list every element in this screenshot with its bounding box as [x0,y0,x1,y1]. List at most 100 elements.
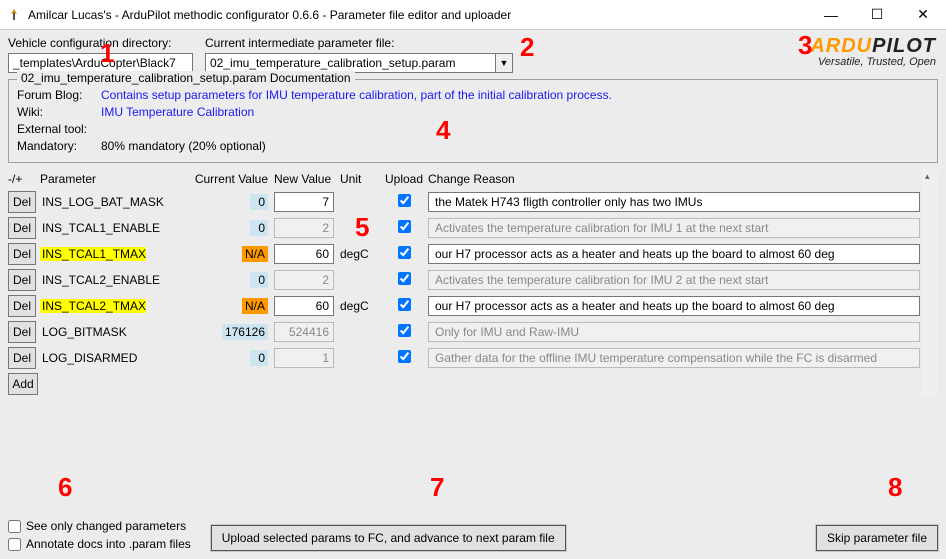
doc-label: Forum Blog: [17,88,95,102]
param-name: INS_LOG_BAT_MASK [40,195,164,209]
del-button[interactable]: Del [8,321,36,343]
current-value: N/A [242,246,268,262]
dropdown-arrow-icon[interactable]: ▼ [495,53,513,73]
scrollbar[interactable] [922,169,938,397]
skip-button[interactable]: Skip parameter file [816,525,938,551]
bottom-checks: See only changed parameters Annotate doc… [8,519,191,551]
hdr-del: -/+ [8,172,36,186]
hdr-cur: Current Value [192,172,270,186]
logo-part-a: ARDU [810,35,872,57]
table-row: Del INS_TCAL2_ENABLE 0 [8,267,938,293]
upload-checkbox[interactable] [398,324,411,337]
table-row: Del LOG_DISARMED 0 [8,345,938,371]
upload-checkbox[interactable] [398,194,411,207]
reason-input[interactable] [428,244,920,264]
hdr-reason: Change Reason [428,172,938,186]
table-row: DelLOG_BITMASK176126 [8,319,938,345]
param-name: LOG_BITMASK [40,325,127,339]
current-value: 0 [250,220,268,236]
dir-col: Vehicle configuration directory: [8,36,193,73]
upload-checkbox[interactable] [398,350,411,363]
dir-input[interactable] [8,53,193,73]
see-changed-label: See only changed parameters [26,519,186,533]
see-changed-checkbox[interactable] [8,520,21,533]
app-icon [6,7,22,23]
doc-group-title: 02_imu_temperature_calibration_setup.par… [17,71,355,85]
logo-text: ARDUPILOT [810,36,936,56]
new-value-input [274,270,334,290]
doc-label: Wiki: [17,105,95,119]
annotation-8: 8 [888,472,902,503]
new-value-input[interactable] [274,244,334,264]
upload-button[interactable]: Upload selected params to FC, and advanc… [211,525,566,551]
reason-input[interactable] [428,296,920,316]
new-value-input[interactable] [274,192,334,212]
doc-link[interactable]: IMU Temperature Calibration [101,105,254,119]
current-value: 0 [250,194,268,210]
upload-checkbox[interactable] [398,298,411,311]
doc-label: Mandatory: [17,139,95,153]
new-value-input [274,218,334,238]
dir-label: Vehicle configuration directory: [8,36,193,50]
top-config-row: Vehicle configuration directory: Current… [0,30,946,73]
minimize-button[interactable]: — [808,0,854,29]
reason-input [428,270,920,290]
reason-input [428,322,920,342]
unit-label: degC [340,299,380,313]
annotation-7: 7 [430,472,444,503]
hdr-unit: Unit [340,172,380,186]
upload-checkbox[interactable] [398,246,411,259]
unit-label: degC [340,247,380,261]
del-button[interactable]: Del [8,191,36,213]
del-button[interactable]: Del [8,347,36,369]
window-buttons: — ☐ ✕ [808,0,946,29]
param-name: LOG_DISARMED [40,351,137,365]
logo-sub: Versatile, Trusted, Open [810,56,936,68]
logo: ARDUPILOT Versatile, Trusted, Open [810,36,938,68]
add-button[interactable]: Add [8,373,38,395]
current-value: 0 [250,350,268,366]
table-row: Del INS_LOG_BAT_MASK 0 [8,189,938,215]
bottom-bar: See only changed parameters Annotate doc… [8,519,938,551]
hdr-param: Parameter [40,172,188,186]
current-value: 0 [250,272,268,288]
file-input[interactable] [205,53,495,73]
doc-text: 80% mandatory (20% optional) [101,139,266,153]
param-name: INS_TCAL1_TMAX [40,247,146,261]
upload-checkbox[interactable] [398,272,411,285]
see-changed-row[interactable]: See only changed parameters [8,519,191,533]
new-value-input [274,348,334,368]
annotate-label: Annotate docs into .param files [26,537,191,551]
del-button[interactable]: Del [8,217,36,239]
reason-input[interactable] [428,192,920,212]
doc-row: Wiki: IMU Temperature Calibration [17,105,929,119]
table-row: Del INS_TCAL1_ENABLE 0 [8,215,938,241]
reason-input [428,348,920,368]
table-header: -/+ Parameter Current Value New Value Un… [8,169,938,189]
close-button[interactable]: ✕ [900,0,946,29]
titlebar: Amilcar Lucas's - ArduPilot methodic con… [0,0,946,30]
annotate-row[interactable]: Annotate docs into .param files [8,537,191,551]
doc-row: External tool: [17,122,929,136]
file-dropdown[interactable]: ▼ [205,53,513,73]
del-button[interactable]: Del [8,295,36,317]
logo-part-b: PILOT [872,35,936,57]
param-name: INS_TCAL2_ENABLE [40,273,160,287]
new-value-input [274,322,334,342]
reason-input [428,218,920,238]
hdr-upload: Upload [384,172,424,186]
new-value-input[interactable] [274,296,334,316]
table-row: Del INS_TCAL1_TMAX N/A degC [8,241,938,267]
doc-row: Mandatory: 80% mandatory (20% optional) [17,139,929,153]
upload-checkbox[interactable] [398,220,411,233]
annotation-6: 6 [58,472,72,503]
param-name: INS_TCAL1_ENABLE [40,221,160,235]
table-row: DelINS_TCAL2_TMAXN/AdegC [8,293,938,319]
annotate-checkbox[interactable] [8,538,21,551]
del-button[interactable]: Del [8,269,36,291]
del-button[interactable]: Del [8,243,36,265]
maximize-button[interactable]: ☐ [854,0,900,29]
doc-row: Forum Blog: Contains setup parameters for… [17,88,929,102]
window-title: Amilcar Lucas's - ArduPilot methodic con… [28,8,808,22]
doc-link[interactable]: Contains setup parameters for IMU temper… [101,88,612,102]
